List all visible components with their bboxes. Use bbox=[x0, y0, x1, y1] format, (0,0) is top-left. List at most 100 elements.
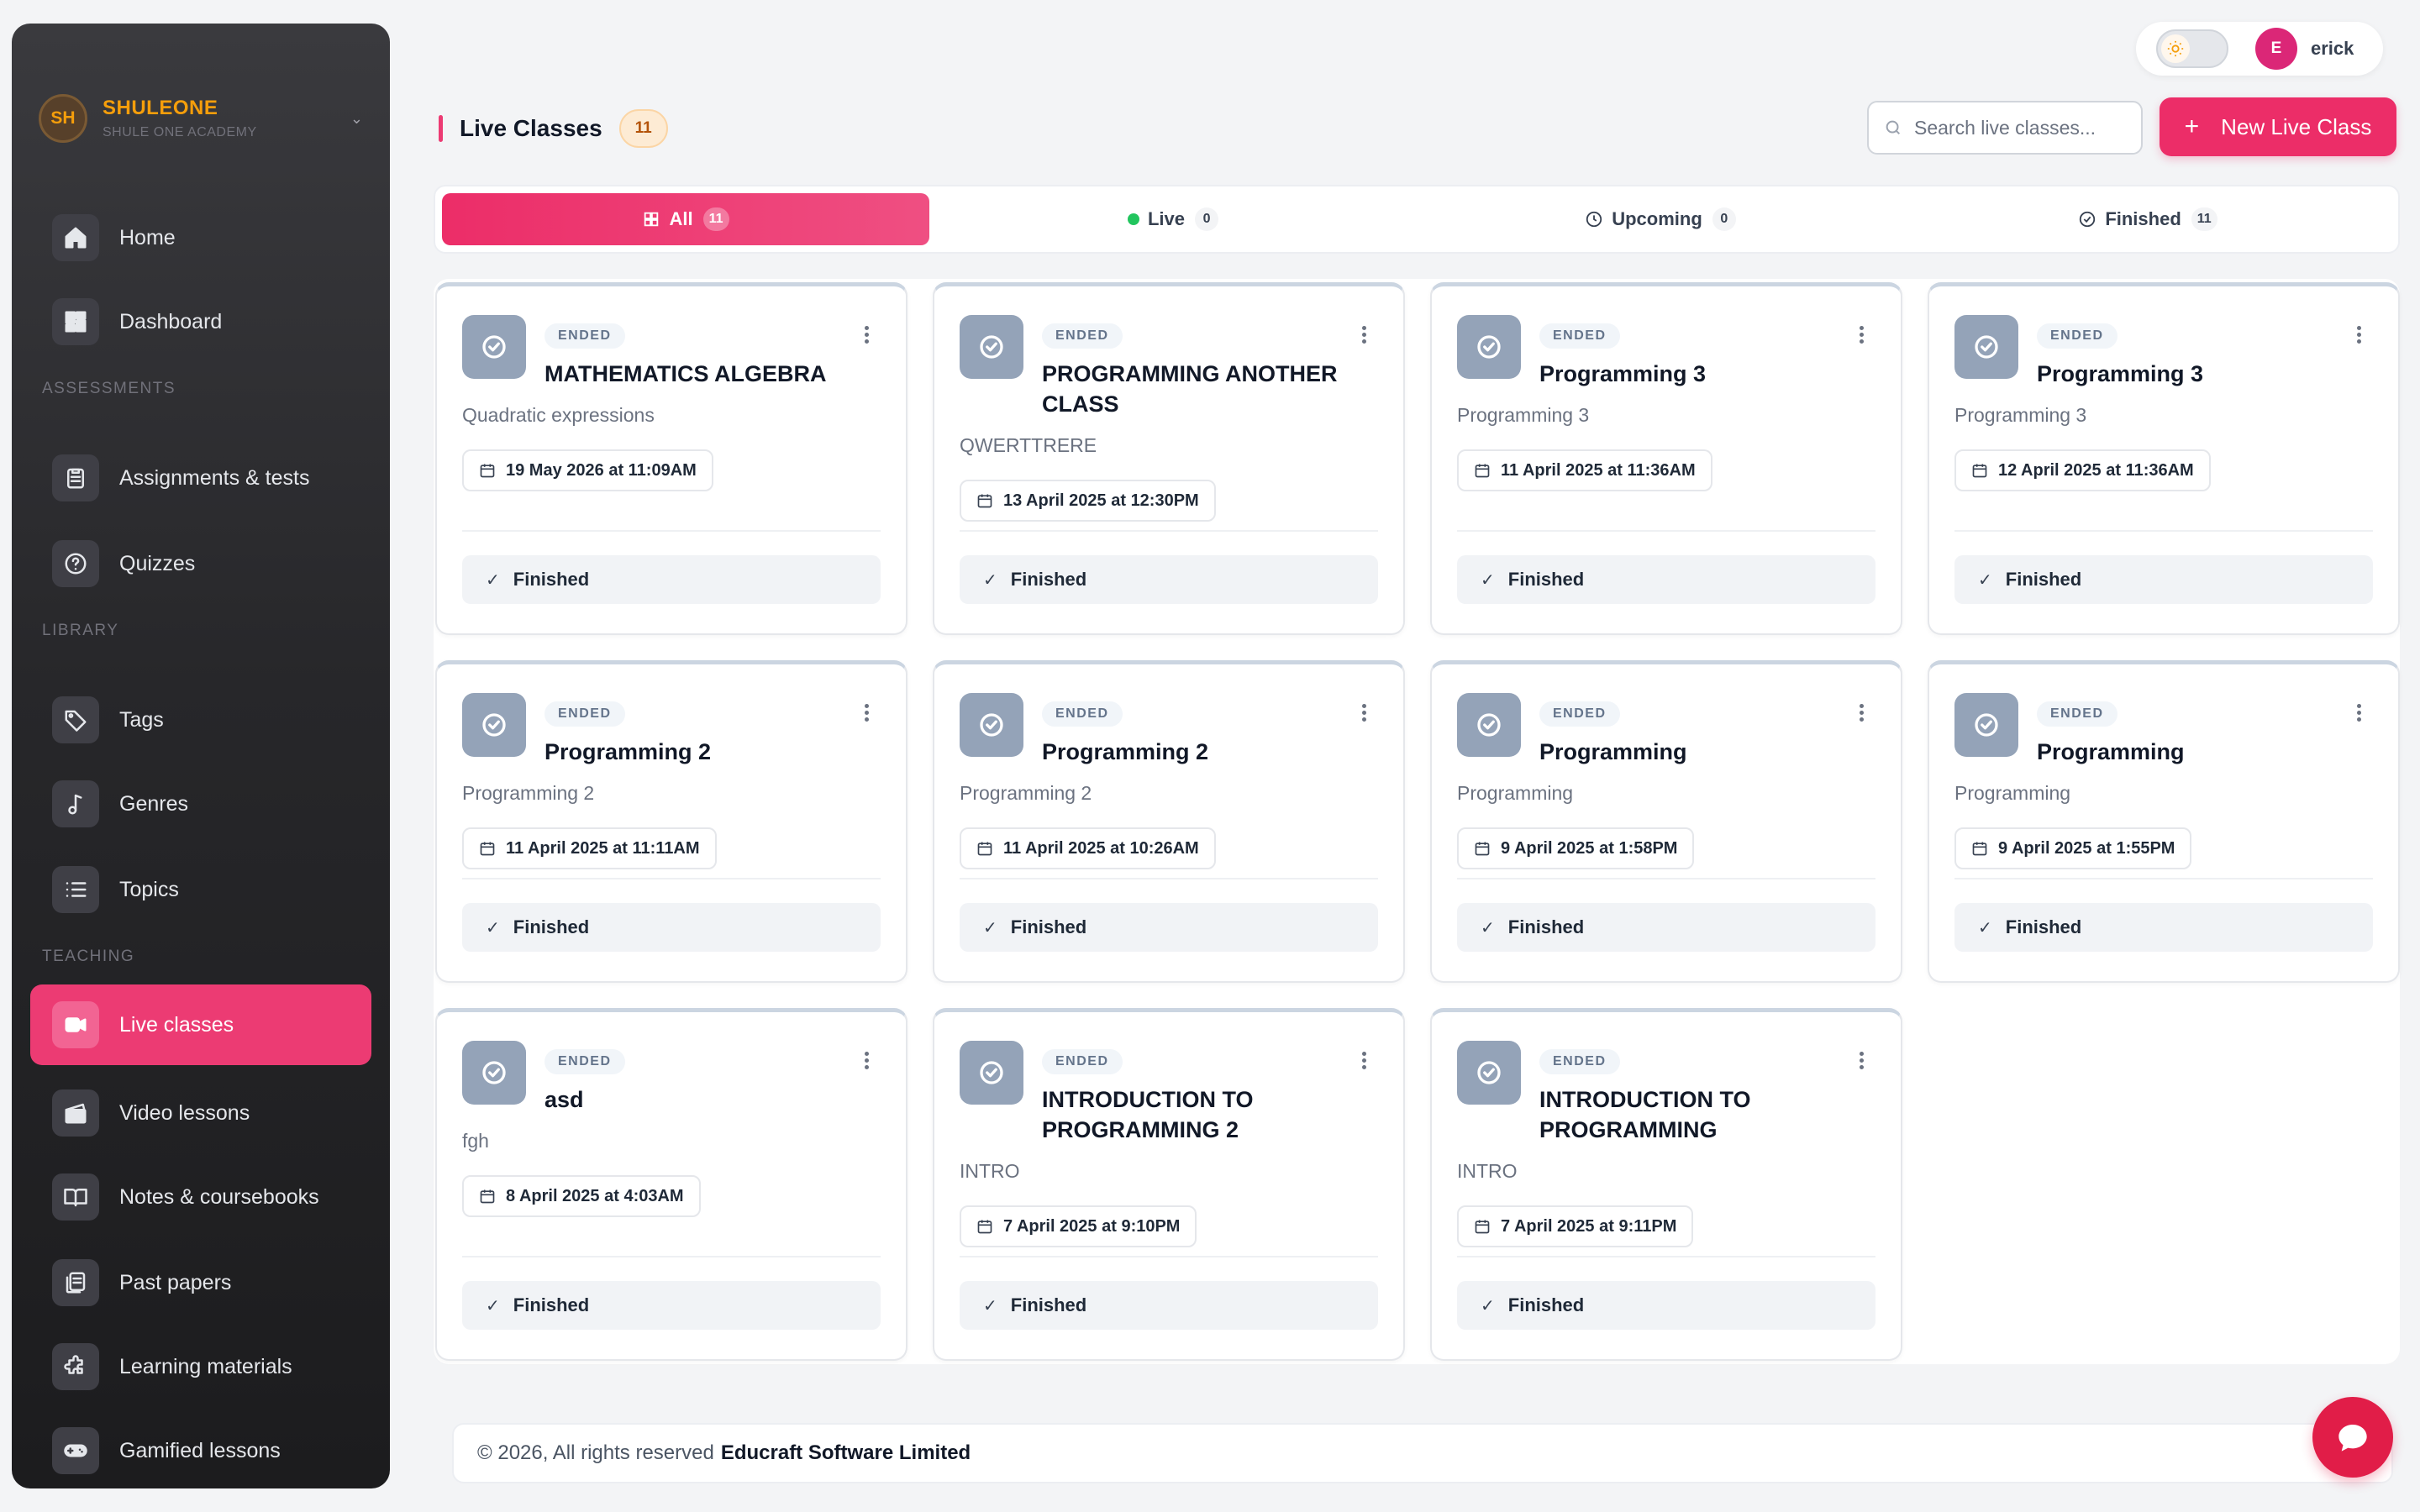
status-badge: ENDED bbox=[544, 323, 625, 349]
live-class-card[interactable]: ENDED INTRODUCTION TO PROGRAMMING 2 INTRO 7… bbox=[933, 1008, 1405, 1361]
sidebar-item-learning-materials[interactable]: Learning materials bbox=[30, 1327, 371, 1406]
theme-toggle[interactable] bbox=[2156, 29, 2228, 68]
title-accent bbox=[439, 115, 443, 142]
sidebar-item-genres[interactable]: Genres bbox=[30, 764, 371, 843]
more-vertical-icon[interactable] bbox=[1360, 701, 1368, 727]
sidebar-item-label: Past papers bbox=[119, 1270, 232, 1294]
finished-button[interactable]: ✓ Finished bbox=[1457, 555, 1876, 604]
card-subtitle: INTRO bbox=[1457, 1160, 1518, 1182]
avatar[interactable]: E bbox=[2255, 28, 2297, 70]
live-class-card[interactable]: ENDED Programming 2 Programming 2 11 April … bbox=[435, 660, 908, 983]
calendar-icon bbox=[976, 1218, 1003, 1235]
check-icon: ✓ bbox=[983, 918, 997, 937]
check-circle-icon bbox=[462, 1041, 526, 1105]
finished-button[interactable]: ✓ Finished bbox=[462, 903, 881, 952]
more-vertical-icon[interactable] bbox=[862, 1049, 871, 1074]
live-class-card[interactable]: ENDED PROGRAMMING ANOTHER CLASS QWERTTRERE… bbox=[933, 282, 1405, 635]
more-vertical-icon[interactable] bbox=[862, 701, 871, 727]
more-vertical-icon[interactable] bbox=[1360, 1049, 1368, 1074]
card-subtitle: Programming bbox=[1954, 782, 2071, 804]
check-circle-icon bbox=[462, 315, 526, 379]
more-vertical-icon[interactable] bbox=[2354, 323, 2363, 349]
calendar-icon bbox=[976, 492, 1003, 509]
search-box[interactable] bbox=[1867, 101, 2143, 155]
live-class-card[interactable]: ENDED Programming 3 Programming 3 11 April … bbox=[1430, 282, 1902, 635]
sidebar-item-assignments[interactable]: Assignments & tests bbox=[30, 438, 371, 517]
finished-button[interactable]: ✓ Finished bbox=[960, 1281, 1378, 1330]
more-vertical-icon[interactable] bbox=[1857, 1049, 1865, 1074]
finished-button[interactable]: ✓ Finished bbox=[1954, 555, 2373, 604]
book-open-icon bbox=[52, 1173, 99, 1221]
more-vertical-icon[interactable] bbox=[1360, 323, 1368, 349]
finished-button[interactable]: ✓ Finished bbox=[462, 1281, 881, 1330]
live-class-card[interactable]: ENDED MATHEMATICS ALGEBRA Quadratic expres… bbox=[435, 282, 908, 635]
finished-label: Finished bbox=[513, 569, 590, 590]
tab-all[interactable]: All 11 bbox=[442, 193, 929, 245]
date-text: 19 May 2026 at 11:09AM bbox=[506, 460, 697, 480]
date-text: 11 April 2025 at 11:11AM bbox=[506, 838, 700, 858]
sidebar: SH SHULEONE SHULE ONE ACADEMY ⌄ Home Das… bbox=[12, 24, 390, 1488]
status-badge: ENDED bbox=[1042, 323, 1123, 349]
date-text: 9 April 2025 at 1:55PM bbox=[1998, 838, 2175, 858]
calendar-icon bbox=[479, 840, 506, 857]
live-class-card[interactable]: ENDED asd fgh 8 April 2025 at 4:03AM ✓ Finish… bbox=[435, 1008, 908, 1361]
gamepad-icon bbox=[52, 1427, 99, 1474]
chat-button[interactable] bbox=[2312, 1397, 2393, 1478]
check-circle-icon bbox=[1954, 315, 2018, 379]
finished-button[interactable]: ✓ Finished bbox=[960, 555, 1378, 604]
tab-finished[interactable]: Finished 11 bbox=[1904, 193, 2391, 245]
more-vertical-icon[interactable] bbox=[1857, 323, 1865, 349]
date-chip: 11 April 2025 at 11:11AM bbox=[462, 827, 717, 869]
live-class-card[interactable]: ENDED INTRODUCTION TO PROGRAMMING INTRO 7 A… bbox=[1430, 1008, 1902, 1361]
org-switcher[interactable]: SH SHULEONE SHULE ONE ACADEMY ⌄ bbox=[39, 89, 375, 148]
calendar-icon bbox=[1474, 840, 1501, 857]
tab-label: Finished bbox=[2105, 208, 2181, 229]
tab-live[interactable]: Live 0 bbox=[929, 193, 1417, 245]
date-chip: 11 April 2025 at 10:26AM bbox=[960, 827, 1216, 869]
live-class-card[interactable]: ENDED Programming Programming 9 April 2025 … bbox=[1928, 660, 2400, 983]
live-class-card[interactable]: ENDED Programming 3 Programming 3 12 April … bbox=[1928, 282, 2400, 635]
card-subtitle: Programming 3 bbox=[1457, 404, 1590, 426]
sidebar-item-label: Dashboard bbox=[119, 309, 223, 333]
date-text: 11 April 2025 at 11:36AM bbox=[1501, 460, 1696, 480]
sidebar-item-quizzes[interactable]: Quizzes bbox=[30, 524, 371, 603]
more-vertical-icon[interactable] bbox=[2354, 701, 2363, 727]
finished-label: Finished bbox=[1010, 1294, 1087, 1315]
sidebar-item-topics[interactable]: Topics bbox=[30, 850, 371, 929]
live-class-card[interactable]: ENDED Programming Programming 9 April 2025 … bbox=[1430, 660, 1902, 983]
clipboard-icon bbox=[52, 454, 99, 501]
sidebar-item-live-classes[interactable]: Live classes bbox=[30, 984, 371, 1065]
finished-button[interactable]: ✓ Finished bbox=[462, 555, 881, 604]
video-camera-icon bbox=[52, 1001, 99, 1048]
question-circle-icon bbox=[52, 540, 99, 587]
date-chip: 9 April 2025 at 1:58PM bbox=[1457, 827, 1695, 869]
user-name[interactable]: erick bbox=[2311, 38, 2354, 60]
date-chip: 12 April 2025 at 11:36AM bbox=[1954, 449, 2211, 491]
sidebar-item-past-papers[interactable]: Past papers bbox=[30, 1243, 371, 1322]
live-class-card[interactable]: ENDED Programming 2 Programming 2 11 April … bbox=[933, 660, 1405, 983]
tab-count: 11 bbox=[2191, 207, 2217, 231]
tab-upcoming[interactable]: Upcoming 0 bbox=[1417, 193, 1904, 245]
sidebar-item-home[interactable]: Home bbox=[30, 198, 371, 277]
more-vertical-icon[interactable] bbox=[1857, 701, 1865, 727]
search-input[interactable] bbox=[1914, 116, 2124, 139]
dashboard-icon bbox=[52, 298, 99, 345]
sidebar-item-gamified-lessons[interactable]: Gamified lessons bbox=[30, 1411, 371, 1488]
sidebar-item-dashboard[interactable]: Dashboard bbox=[30, 282, 371, 361]
org-avatar: SH bbox=[39, 94, 87, 143]
new-live-class-button[interactable]: + New Live Class bbox=[2160, 97, 2396, 156]
sidebar-item-notes[interactable]: Notes & coursebooks bbox=[30, 1158, 371, 1236]
finished-button[interactable]: ✓ Finished bbox=[960, 903, 1378, 952]
date-chip: 8 April 2025 at 4:03AM bbox=[462, 1175, 701, 1217]
date-text: 9 April 2025 at 1:58PM bbox=[1501, 838, 1678, 858]
finished-button[interactable]: ✓ Finished bbox=[1457, 903, 1876, 952]
new-live-class-label: New Live Class bbox=[2221, 113, 2372, 139]
finished-button[interactable]: ✓ Finished bbox=[1954, 903, 2373, 952]
sidebar-item-tags[interactable]: Tags bbox=[30, 680, 371, 759]
tab-label: All bbox=[669, 208, 693, 229]
calendar-icon bbox=[1474, 462, 1501, 479]
finished-button[interactable]: ✓ Finished bbox=[1457, 1281, 1876, 1330]
sidebar-item-video-lessons[interactable]: Video lessons bbox=[30, 1074, 371, 1152]
more-vertical-icon[interactable] bbox=[862, 323, 871, 349]
footer: © 2026, All rights reserved Educraft Sof… bbox=[452, 1423, 2393, 1483]
